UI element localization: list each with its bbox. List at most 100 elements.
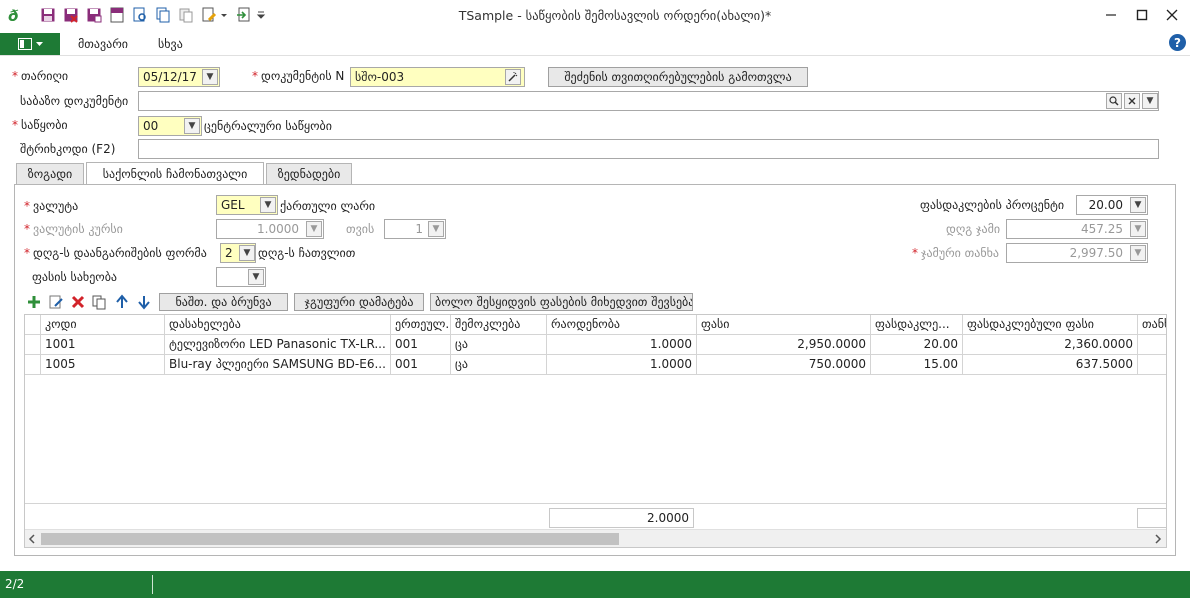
base-doc-field[interactable] <box>138 91 1159 111</box>
table-cell[interactable]: 20.00 <box>871 335 963 355</box>
total-field[interactable]: 2,997.50 <box>1006 243 1148 263</box>
table-cell[interactable] <box>1138 355 1166 375</box>
chevron-down-icon[interactable]: ▼ <box>260 197 276 213</box>
chevron-down-icon[interactable]: ▼ <box>428 221 444 237</box>
column-header[interactable]: ფასდაკლებული ფასი <box>963 315 1138 335</box>
table-cell[interactable]: 1001 <box>41 335 165 355</box>
total-label: * ჯამური თანხა <box>912 246 999 260</box>
edit-doc-icon[interactable] <box>201 7 217 23</box>
scroll-left-icon[interactable] <box>28 534 36 544</box>
currency-label: * ვალუტა <box>24 199 79 213</box>
barcode-field[interactable] <box>138 139 1159 159</box>
column-header[interactable]: ფასდაკლე... <box>871 315 963 335</box>
column-header[interactable]: რაოდენობა <box>547 315 697 335</box>
goods-grid[interactable]: კოდი დასახელება ერთეულ... შემოკლება რაოდ… <box>24 314 1167 548</box>
chevron-down-icon[interactable]: ▼ <box>1130 197 1146 213</box>
rate-label: * ვალუტის კურსი <box>24 222 123 236</box>
table-cell[interactable]: Blu-ray პლეიერი SAMSUNG BD-E6... <box>165 355 391 375</box>
tab-general[interactable]: ზოგადი <box>16 163 84 185</box>
search-icon[interactable] <box>1106 93 1122 109</box>
tab-waybill[interactable]: ზედნადები <box>266 163 352 185</box>
arrow-down-icon[interactable] <box>136 294 152 310</box>
table-cell[interactable]: 1.0000 <box>547 335 697 355</box>
chevron-down-icon[interactable]: ▼ <box>239 245 255 261</box>
save-close-icon[interactable] <box>63 7 79 23</box>
horizontal-scrollbar[interactable] <box>25 529 1166 547</box>
menu-item-other[interactable]: სხვა <box>158 37 183 51</box>
vat-sum-field[interactable]: 457.25 <box>1006 219 1148 239</box>
barcode-label: შტრიხკოდი (F2) <box>20 142 116 156</box>
chevron-down-icon <box>35 42 43 46</box>
add-row-icon[interactable] <box>26 294 42 310</box>
table-cell[interactable]: 2,950.0000 <box>697 335 871 355</box>
maximize-button[interactable] <box>1127 4 1157 26</box>
column-header[interactable]: კოდი <box>41 315 165 335</box>
table-cell[interactable]: 001 <box>391 355 451 375</box>
toolbar-menu-icon[interactable] <box>256 7 266 23</box>
delete-row-icon[interactable] <box>70 294 86 310</box>
export-icon[interactable] <box>236 7 252 23</box>
copy-icon[interactable] <box>155 7 171 23</box>
chevron-down-icon[interactable]: ▼ <box>306 221 322 237</box>
row-selector[interactable] <box>25 335 41 355</box>
table-cell[interactable]: 750.0000 <box>697 355 871 375</box>
status-bar: 2/2 <box>0 571 1190 598</box>
vat-sum-label: დღგ ჯამი <box>946 222 1001 236</box>
grid-footer-divider <box>25 503 1166 504</box>
group-add-button[interactable]: ჯგუფური დამატება <box>294 293 424 311</box>
table-cell[interactable]: ცა <box>451 335 547 355</box>
status-divider <box>152 575 153 594</box>
copy-row-icon[interactable] <box>91 294 107 310</box>
qty-total: 2.0000 <box>549 508 694 528</box>
table-cell[interactable]: 001 <box>391 335 451 355</box>
column-header[interactable]: თანხა <box>1138 315 1166 335</box>
find-icon[interactable] <box>132 7 148 23</box>
calc-cost-button[interactable]: შეძენის თვითღირებულების გამოთვლა <box>548 67 808 87</box>
table-cell[interactable]: 2,360.0000 <box>963 335 1138 355</box>
warehouse-name: ცენტრალური საწყობი <box>204 119 332 133</box>
warehouse-label: * საწყობი <box>12 118 68 132</box>
paste-icon[interactable] <box>178 7 194 23</box>
chevron-down-icon[interactable]: ▼ <box>248 269 264 285</box>
column-header[interactable]: შემოკლება <box>451 315 547 335</box>
save-icon[interactable] <box>40 7 56 23</box>
table-cell[interactable]: ცა <box>451 355 547 375</box>
column-header[interactable]: ფასი <box>697 315 871 335</box>
pdf-icon[interactable] <box>109 7 125 23</box>
chevron-down-icon[interactable]: ▼ <box>184 118 200 134</box>
chevron-down-icon[interactable] <box>219 7 229 23</box>
tab-goods-list[interactable]: საქონლის ჩამონათვალი <box>86 162 264 185</box>
minimize-button[interactable] <box>1096 4 1126 26</box>
app-logo-icon: ð <box>8 7 19 25</box>
chevron-down-icon[interactable]: ▼ <box>202 69 218 85</box>
chevron-down-icon[interactable]: ▼ <box>1142 93 1158 109</box>
doc-number-label: * დოკუმენტის N <box>252 69 345 83</box>
table-cell[interactable]: ტელევიზორი LED Panasonic TX-LR... <box>165 335 391 355</box>
clear-icon[interactable] <box>1124 93 1140 109</box>
wand-icon[interactable] <box>505 69 521 85</box>
scroll-right-icon[interactable] <box>1154 534 1162 544</box>
row-selector[interactable] <box>25 355 41 375</box>
edit-row-icon[interactable] <box>48 294 64 310</box>
table-cell[interactable]: 15.00 <box>871 355 963 375</box>
fill-last-price-button[interactable]: ბოლო შესყიდვის ფასების მიხედვით შევსება <box>430 293 693 311</box>
arrow-up-icon[interactable] <box>114 294 130 310</box>
table-cell[interactable]: 637.5000 <box>963 355 1138 375</box>
file-menu-button[interactable] <box>0 33 60 55</box>
menu-item-main[interactable]: მთავარი <box>78 37 128 51</box>
chevron-down-icon[interactable]: ▼ <box>1130 245 1146 261</box>
table-cell[interactable]: 1005 <box>41 355 165 375</box>
price-type-label: ფასის სახეობა <box>32 270 118 284</box>
close-button[interactable] <box>1157 4 1187 26</box>
column-header[interactable]: ერთეულ... <box>391 315 451 335</box>
stock-turnover-button[interactable]: ნაშთ. და ბრუნვა <box>159 293 288 311</box>
base-doc-label: საბაზო დოკუმენტი <box>20 94 129 108</box>
doc-number-field[interactable]: სშო-003 <box>350 67 525 87</box>
save-new-icon[interactable] <box>86 7 102 23</box>
column-header[interactable]: დასახელება <box>165 315 391 335</box>
chevron-down-icon[interactable]: ▼ <box>1130 221 1146 237</box>
scrollbar-thumb[interactable] <box>41 533 619 545</box>
table-cell[interactable]: 1.0000 <box>547 355 697 375</box>
help-icon[interactable]: ? <box>1169 34 1186 51</box>
table-cell[interactable] <box>1138 335 1166 355</box>
